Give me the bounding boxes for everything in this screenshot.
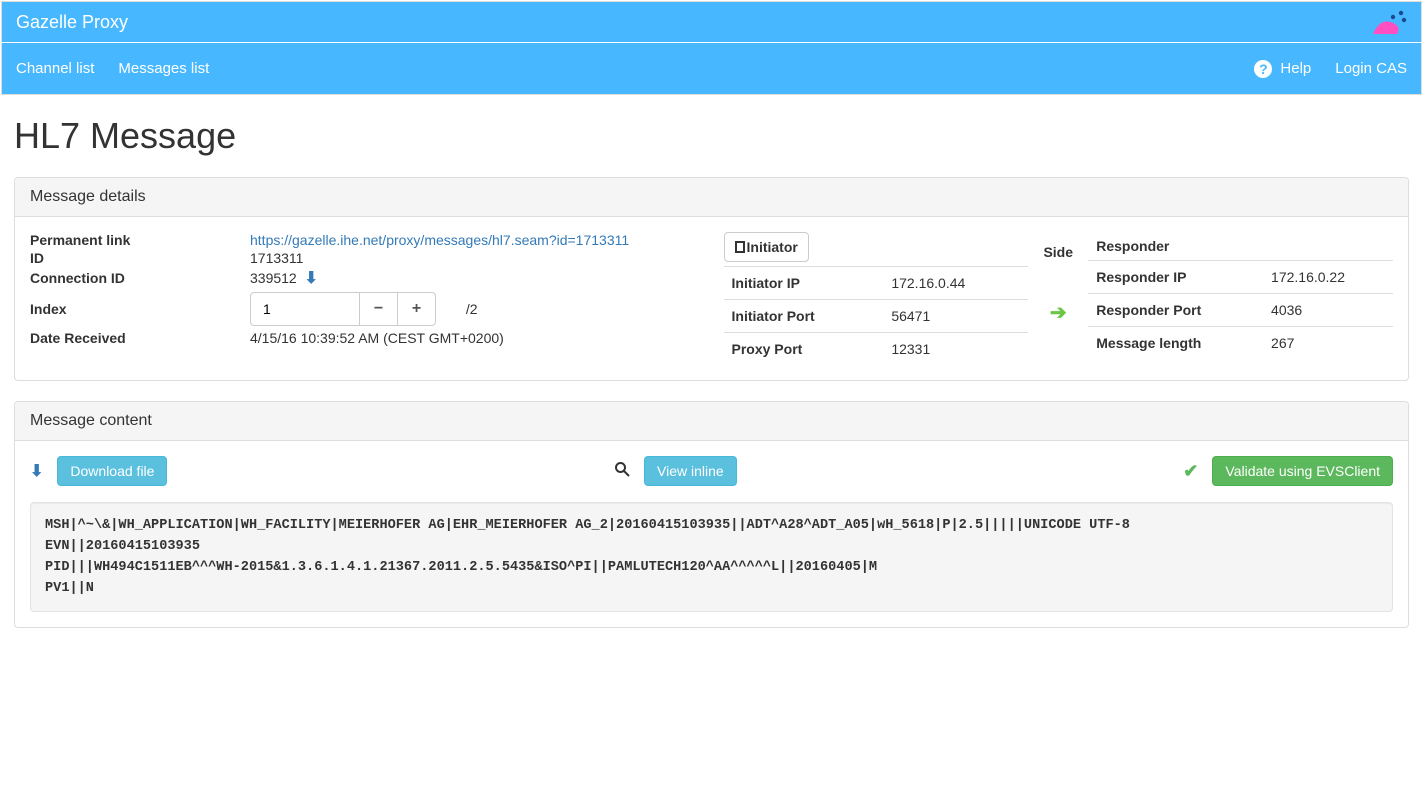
- validate-button[interactable]: Validate using EVSClient: [1212, 456, 1393, 486]
- responder-port-label: Responder Port: [1088, 294, 1263, 327]
- connection-id-value: 339512: [250, 270, 297, 286]
- navbar-top: Gazelle Proxy: [1, 1, 1422, 42]
- direction-arrow-icon: ➔: [1050, 300, 1067, 325]
- nav-help[interactable]: ? Help: [1254, 60, 1311, 78]
- responder-header: Responder: [1088, 232, 1393, 260]
- initiator-port-label: Initiator Port: [724, 300, 884, 333]
- page-title: HL7 Message: [14, 115, 1409, 157]
- download-icon[interactable]: ⬇: [30, 461, 43, 481]
- responder-port-value: 4036: [1263, 294, 1393, 327]
- navbar-sub: Channel list Messages list ? Help Login …: [1, 43, 1422, 95]
- nav-channel-list[interactable]: Channel list: [16, 60, 94, 77]
- message-content-heading: Message content: [15, 402, 1408, 441]
- id-value: 1713311: [250, 250, 712, 266]
- index-decrement-button[interactable]: −: [360, 292, 398, 326]
- app-logo-icon: [1373, 10, 1407, 34]
- date-received-label: Date Received: [30, 330, 250, 346]
- initiator-ip-value: 172.16.0.44: [883, 267, 1028, 300]
- download-file-button[interactable]: Download file: [57, 456, 167, 486]
- side-header: Side: [1028, 238, 1088, 266]
- message-length-value: 267: [1263, 327, 1393, 360]
- message-details-heading: Message details: [15, 178, 1408, 217]
- initiator-port-value: 56471: [883, 300, 1028, 333]
- responder-table: Responder IP172.16.0.22 Responder Port40…: [1088, 260, 1393, 359]
- view-inline-button[interactable]: View inline: [644, 456, 737, 486]
- responder-ip-label: Responder IP: [1088, 261, 1263, 294]
- index-input[interactable]: [250, 292, 360, 326]
- initiator-ip-label: Initiator IP: [724, 267, 884, 300]
- search-icon[interactable]: [614, 461, 630, 482]
- message-content-panel: Message content ⬇ Download file View inl…: [14, 401, 1409, 628]
- proxy-port-label: Proxy Port: [724, 333, 884, 366]
- app-brand[interactable]: Gazelle Proxy: [16, 12, 128, 33]
- index-total: /2: [466, 301, 478, 317]
- proxy-port-value: 12331: [883, 333, 1028, 366]
- nav-help-label: Help: [1280, 60, 1311, 77]
- permanent-link[interactable]: https://gazelle.ihe.net/proxy/messages/h…: [250, 232, 629, 248]
- message-length-label: Message length: [1088, 327, 1263, 360]
- help-icon: ?: [1254, 60, 1272, 78]
- message-body: MSH|^~\&|WH_APPLICATION|WH_FACILITY|MEIE…: [45, 515, 1378, 599]
- permanent-link-label: Permanent link: [30, 232, 250, 248]
- nav-messages-list[interactable]: Messages list: [118, 60, 209, 77]
- initiator-table: Initiator IP172.16.0.44 Initiator Port56…: [724, 266, 1029, 365]
- responder-ip-value: 172.16.0.22: [1263, 261, 1393, 294]
- index-label: Index: [30, 301, 250, 317]
- copy-icon: [735, 241, 745, 253]
- check-icon: ✔: [1183, 461, 1198, 482]
- download-connection-icon[interactable]: ⬇: [305, 270, 318, 287]
- index-increment-button[interactable]: +: [398, 292, 436, 326]
- initiator-header-button[interactable]: Initiator: [724, 232, 809, 262]
- id-label: ID: [30, 250, 250, 266]
- date-received-value: 4/15/16 10:39:52 AM (CEST GMT+0200): [250, 330, 712, 346]
- connection-id-label: Connection ID: [30, 270, 250, 286]
- nav-login[interactable]: Login CAS: [1335, 60, 1407, 77]
- message-body-well: MSH|^~\&|WH_APPLICATION|WH_FACILITY|MEIE…: [30, 502, 1393, 612]
- message-details-panel: Message details Permanent link https://g…: [14, 177, 1409, 381]
